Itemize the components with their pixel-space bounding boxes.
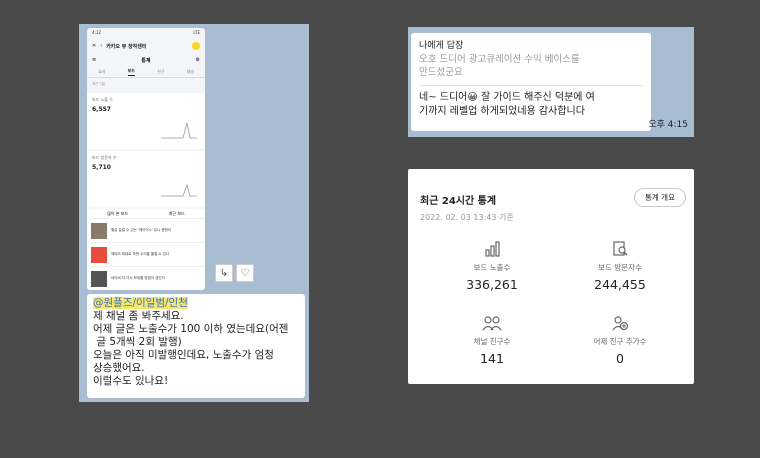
divider [419,85,643,86]
stat-value: 244,455 [594,277,646,292]
chat-panel-right: 나에게 답장 오호 드디어 광고큐레이션 수익 베이스를 만드셨군요 네~ 드디… [408,27,694,137]
list-item-text: 재테크 제대로 하면 수익을 올릴 수 있다 [111,252,170,257]
message-line: 오늘은 아직 미발행인데요, 노출수가 엄청 [93,349,274,361]
mention[interactable]: @원플즈/이일범/인천 [93,297,188,309]
reply-line: 기까지 레벨업 하게되었네용 감사합니다 [419,106,585,117]
phone-status-bar: 4:12 LTE [87,28,205,38]
heart-icon: ♡ [240,267,250,279]
phone-tabs: 요약 보드 친구 채널 [87,66,205,78]
phone-screenshot[interactable]: 4:12 LTE ✕ ‹ 카카오 뷰 창작센터 ≡ 통계 ⚙ 요약 보드 친구 … [87,28,205,290]
list-item: 월급 늘릴 수 있는 '레이어스' 유니 총정리 [87,219,205,243]
stats-card: 최근 24시간 통계 2022. 02. 03 13:43 기준 통계 개요 보… [408,169,694,384]
status-network: LTE [193,30,200,35]
stat-value: 336,261 [466,277,518,292]
phone-tab-active: 보드 [127,68,135,76]
back-icon: ‹ [100,43,103,49]
sparkline [161,122,197,139]
visitor-icon [560,241,680,257]
phone-subtitle: 통계 [141,57,151,64]
reply-text: 네~ 드디어😀 잘 가이드 해주신 덕분에 여 기까지 레벨업 하게되었네용 감… [419,91,643,119]
reply-label: 나에게 답장 [419,41,464,51]
close-icon: ✕ [92,43,97,49]
stat-label: 채널 친구수 [473,337,511,346]
stat-label: 보드 방문자수 [598,263,642,272]
stat-value: 141 [480,351,504,366]
card-value: 6,557 [92,106,111,113]
stat-label: 보드 노출수 [473,263,511,272]
kakao-icon [192,42,200,50]
message-line: 이럴수도 있나요! [93,375,169,387]
list-tab: 많이 본 보드 [107,210,129,216]
stat-added-friends: 어제 친구 추가수 0 [560,315,680,366]
stat-channel-friends: 채널 친구수 141 [432,315,552,366]
reply-quote[interactable]: 오호 드디어 광고큐레이션 수익 베이스를 만드셨군요 [419,53,643,79]
reply-line: 네~ 드디어😀 잘 가이드 해주신 덕분에 여 [419,92,595,103]
list-item-text: 네이버 더 다시 보내줄 방법이 생긴다 [111,276,165,281]
phone-tab: 요약 [98,68,106,74]
stat-board-visitors: 보드 방문자수 244,455 [560,241,680,292]
stats-overview-button[interactable]: 통계 개요 [634,188,686,207]
phone-card-exposure: 보드 노출 수 6,557 [87,93,205,149]
list-item: 재테크 제대로 하면 수익을 올릴 수 있다 [87,243,205,267]
add-friend-icon [560,315,680,331]
chat-message: @원플즈/이일범/인천 제 채널 좀 봐주세요. 어제 글은 노출수가 100 … [87,294,305,398]
share-icon: ↳ [219,267,229,279]
reply-message: 나에게 답장 오호 드디어 광고큐레이션 수익 베이스를 만드셨군요 네~ 드디… [411,33,651,131]
message-time: 오후 4:15 [648,120,688,130]
chat-panel-left: 4:12 LTE ✕ ‹ 카카오 뷰 창작센터 ≡ 통계 ⚙ 요약 보드 친구 … [79,24,309,402]
phone-topbar: ✕ ‹ 카카오 뷰 창작센터 [87,38,205,54]
card-value: 5,710 [92,164,111,171]
like-button[interactable]: ♡ [236,264,254,282]
settings-icon: ⚙ [195,57,200,63]
quote-line: 오호 드디어 광고큐레이션 수익 베이스를 [419,54,580,65]
stats-title: 최근 24시간 통계 [420,196,497,207]
thumbnail [91,270,107,287]
phone-card-visitors: 보드 방문자 수 5,710 [87,151,205,207]
card-label: 보드 방문자 수 [92,155,117,160]
thumbnail [91,222,107,239]
list-item: 네이버 더 다시 보내줄 방법이 생긴다 [87,267,205,290]
bar-chart-icon [432,241,552,257]
message-line: 글 5개씩 2회 발행) [93,336,182,348]
message-line: 어제 글은 노출수가 100 이하 였는데요(어젠 [93,323,289,335]
list-item-text: 월급 늘릴 수 있는 '레이어스' 유니 총정리 [111,228,172,233]
card-label: 보드 노출 수 [92,97,113,102]
message-line: 제 채널 좀 봐주세요. [93,310,184,322]
quote-line: 만드셨군요 [419,67,463,78]
sparkline [161,183,197,197]
friends-icon [432,315,552,331]
share-button[interactable]: ↳ [215,264,233,282]
stats-date: 2022. 02. 03 13:43 기준 [420,213,514,222]
thumbnail [91,246,107,263]
phone-date: 최근 7일 [92,82,105,86]
stat-value: 0 [616,351,624,366]
message-line: 상승했어요. [93,362,145,374]
stat-label: 어제 친구 추가수 [593,337,647,346]
stat-board-exposure: 보드 노출수 336,261 [432,241,552,292]
status-time: 4:12 [92,30,101,35]
phone-tab: 채널 [186,68,194,74]
phone-title: 카카오 뷰 창작센터 [106,43,147,50]
phone-list-tabs: 많이 본 보드 최근 보드 [87,209,205,219]
list-tab: 최근 보드 [168,210,185,216]
phone-tab: 친구 [157,68,165,74]
phone-subbar: ≡ 통계 ⚙ [87,54,205,66]
